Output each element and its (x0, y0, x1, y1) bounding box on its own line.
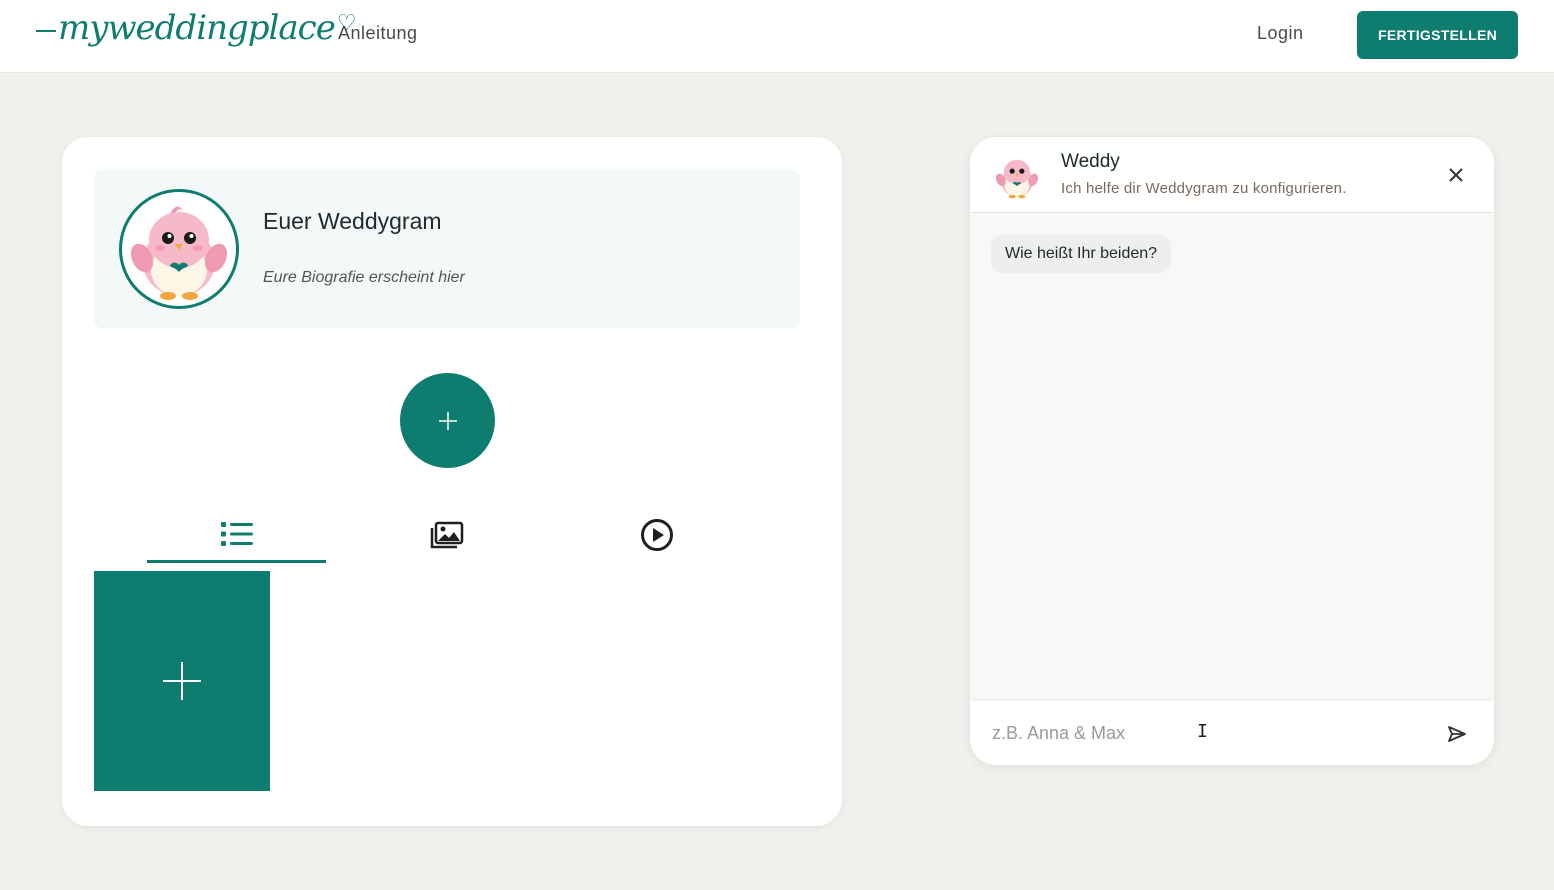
logo-swash (36, 30, 56, 32)
bot-name: Weddy (1061, 151, 1120, 172)
plus-icon (438, 411, 457, 430)
profile-title: Euer Weddygram (263, 208, 442, 234)
chat-assistant-panel: Weddy Ich helfe dir Weddygram zu konfigu… (970, 137, 1494, 765)
bot-avatar (992, 151, 1042, 201)
send-button[interactable] (1444, 721, 1470, 747)
finish-button[interactable]: FERTIGSTELLEN (1357, 11, 1518, 59)
bot-message: Wie heißt Ihr beiden? (991, 235, 1172, 273)
list-icon (220, 521, 253, 546)
text-cursor-icon: I (1197, 721, 1208, 742)
plus-icon (163, 662, 201, 700)
bird-mascot-icon (995, 159, 1039, 199)
profile-bio[interactable]: Eure Biografie erscheint hier (263, 269, 465, 287)
chat-header: Weddy Ich helfe dir Weddygram zu konfigu… (970, 137, 1494, 213)
profile-avatar[interactable] (119, 189, 239, 309)
send-icon (1448, 726, 1466, 742)
login-link[interactable]: Login (1257, 23, 1304, 44)
tab-list[interactable] (147, 507, 326, 563)
profile-header: Euer Weddygram Eure Biografie erscheint … (94, 170, 800, 328)
bot-subtitle: Ich helfe dir Weddygram zu konfigurieren… (1061, 180, 1347, 197)
profile-preview-card: Euer Weddygram Eure Biografie erscheint … (62, 137, 842, 826)
add-story-button[interactable] (400, 373, 495, 468)
tab-photos[interactable] (357, 507, 536, 563)
nav-link-anleitung[interactable]: Anleitung (338, 23, 418, 44)
chat-input-bar (970, 701, 1494, 765)
video-play-icon (640, 519, 673, 551)
photo-gallery-icon (430, 521, 463, 549)
tab-videos[interactable] (567, 507, 746, 563)
logo-text: myweddingplace (58, 8, 336, 48)
top-navbar: myweddingplace ♡ Anleitung Login FERTIGS… (0, 0, 1554, 73)
bird-mascot-icon (130, 206, 228, 300)
content-tabs (94, 507, 800, 563)
close-icon (1449, 168, 1463, 182)
brand-logo[interactable]: myweddingplace ♡ (36, 8, 357, 48)
add-post-tile[interactable] (94, 571, 270, 791)
close-chat-button[interactable] (1444, 163, 1468, 187)
